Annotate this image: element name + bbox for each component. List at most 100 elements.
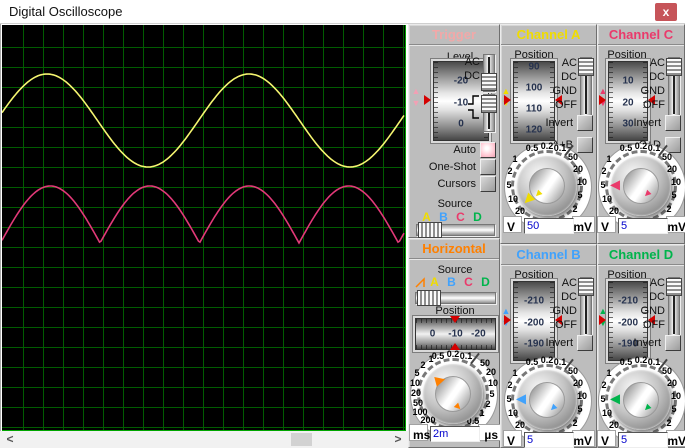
invert-row: Invert xyxy=(633,115,681,131)
cursors-row: Cursors xyxy=(437,176,496,192)
title-bar[interactable]: Digital Oscilloscope x xyxy=(0,0,685,24)
scrollbar-thumb[interactable] xyxy=(291,433,312,446)
trigger-coupling: AC DC xyxy=(464,54,497,92)
off-label: OFF xyxy=(643,99,665,111)
ac-label: AC xyxy=(561,277,577,289)
invert-button[interactable] xyxy=(577,115,593,131)
trigger-level-updown-icon[interactable]: ▲ ▼ xyxy=(411,87,421,108)
channel-b-gain-knob[interactable]: 0.5 0.2 0.1 1 2 5 10 20 50 20 10 5 2 ▶ ▶… xyxy=(503,355,595,448)
drum-pointer-left-icon xyxy=(599,95,611,105)
source-c-label: C xyxy=(464,275,473,289)
channel-a-panel: Channel A Position ▲ ▼ 90 100 110 120 AC … xyxy=(500,24,597,244)
channel-d-title: Channel D xyxy=(598,245,684,265)
cursors-label: Cursors xyxy=(437,178,476,190)
drum-pointer-top-icon xyxy=(449,316,460,328)
slider-handle[interactable] xyxy=(578,58,594,76)
channel-c-gain-value[interactable] xyxy=(618,218,668,234)
dc-label: DC xyxy=(464,70,480,82)
auto-label: Auto xyxy=(453,144,476,156)
v-unit-label: V xyxy=(601,220,610,234)
drum-pointer-left-icon xyxy=(424,95,436,105)
timebase-value[interactable] xyxy=(430,426,480,442)
horizontal-title: Horizontal xyxy=(409,239,499,259)
horizontal-position-drum[interactable]: 0 -10 -20 xyxy=(415,316,496,350)
gnd-label: GND xyxy=(640,305,665,317)
channel-d-gain-value[interactable] xyxy=(618,432,668,448)
horizontal-panel: Horizontal Source A B C D Position 0 -10… xyxy=(408,238,501,448)
slider-handle[interactable] xyxy=(417,290,441,306)
falling-edge-icon xyxy=(468,109,479,119)
ac-label: AC xyxy=(649,277,665,289)
cursors-button[interactable] xyxy=(480,176,496,192)
ms-unit-label: ms xyxy=(413,428,431,442)
horizontal-source-letters: A B C D xyxy=(426,275,494,289)
invert-button[interactable] xyxy=(665,335,681,351)
knob-grip[interactable] xyxy=(611,156,671,216)
knob-grip[interactable] xyxy=(423,364,483,424)
trigger-coupling-slider[interactable] xyxy=(481,54,497,92)
coupling-slider[interactable] xyxy=(578,277,594,337)
channel-c-panel: Channel C Position ▲ ▼ 10 20 30 AC DC GND… xyxy=(597,24,685,244)
rising-edge-icon xyxy=(468,95,479,105)
v-unit-label: V xyxy=(507,220,516,234)
invert-row: Invert xyxy=(545,115,593,131)
slider-handle[interactable] xyxy=(481,95,497,113)
knob-grip[interactable] xyxy=(611,370,671,430)
slider-handle[interactable] xyxy=(481,73,497,91)
auto-button[interactable] xyxy=(480,142,496,158)
horizontal-scrollbar[interactable]: < > xyxy=(0,431,408,448)
trigger-edge-slider[interactable] xyxy=(481,94,497,132)
window-title: Digital Oscilloscope xyxy=(9,4,123,19)
channel-d-gain-knob[interactable]: 0.5 0.2 0.1 1 2 5 10 20 50 20 10 5 2 ▶ ▶… xyxy=(597,355,685,448)
source-d-label: D xyxy=(473,210,482,224)
channel-a-gain-value[interactable] xyxy=(524,218,574,234)
invert-row: Invert xyxy=(545,335,593,351)
trigger-source-slider[interactable] xyxy=(416,222,495,238)
off-label: OFF xyxy=(555,99,577,111)
trigger-title: Trigger xyxy=(409,25,499,45)
coupling-control: AC DC GND OFF xyxy=(553,57,594,117)
position-label: Position xyxy=(514,269,554,281)
v-unit-label: V xyxy=(507,434,516,448)
source-c-label: C xyxy=(456,210,465,224)
close-button[interactable]: x xyxy=(655,3,677,21)
scroll-right-icon[interactable]: > xyxy=(390,432,406,447)
channel-b-title: Channel B xyxy=(501,245,596,265)
slider-handle[interactable] xyxy=(666,278,682,296)
channel-a-gain-knob[interactable]: 0.5 0.2 0.1 1 2 5 10 20 50 20 10 5 2 ▶ ▶… xyxy=(503,141,595,235)
invert-button[interactable] xyxy=(665,115,681,131)
timebase-knob[interactable]: 0.5 0.2 0.1 1 2 5 10 20 50 100 200 50 20… xyxy=(409,349,501,443)
invert-label: Invert xyxy=(633,337,661,349)
horizontal-source-slider[interactable] xyxy=(415,290,496,306)
dc-label: DC xyxy=(649,71,665,83)
mv-unit-label: mV xyxy=(573,434,592,448)
coupling-slider[interactable] xyxy=(666,57,682,117)
coupling-slider[interactable] xyxy=(666,277,682,337)
channel-b-gain-value[interactable] xyxy=(524,432,574,448)
us-unit-label: µs xyxy=(484,428,498,442)
coupling-control: AC DC GND OFF xyxy=(640,277,682,337)
position-label: Position xyxy=(514,49,554,61)
channel-c-title: Channel C xyxy=(598,25,684,45)
dc-label: DC xyxy=(561,291,577,303)
slider-handle[interactable] xyxy=(666,58,682,76)
drum-pointer-left-icon xyxy=(599,315,611,325)
source-a-label: A xyxy=(430,275,439,289)
invert-label: Invert xyxy=(633,117,661,129)
invert-label: Invert xyxy=(545,117,573,129)
slider-handle[interactable] xyxy=(578,278,594,296)
invert-row: Invert xyxy=(633,335,681,351)
one-shot-button[interactable] xyxy=(480,159,496,175)
scroll-left-icon[interactable]: < xyxy=(2,432,18,447)
channel-b-panel: Channel B Position ▲ ▼ -210 -200 -190 AC … xyxy=(500,244,597,448)
slider-handle[interactable] xyxy=(418,222,442,238)
scope-svg xyxy=(2,73,405,245)
knob-grip[interactable] xyxy=(517,370,577,430)
channel-c-gain-knob[interactable]: 0.5 0.2 0.1 1 2 5 10 20 50 20 10 5 2 ▶ ▶… xyxy=(597,141,685,235)
coupling-slider[interactable] xyxy=(578,57,594,117)
v-unit-label: V xyxy=(601,434,610,448)
dc-label: DC xyxy=(649,291,665,303)
knob-grip[interactable] xyxy=(517,156,577,216)
invert-button[interactable] xyxy=(577,335,593,351)
ac-label: AC xyxy=(561,57,577,69)
